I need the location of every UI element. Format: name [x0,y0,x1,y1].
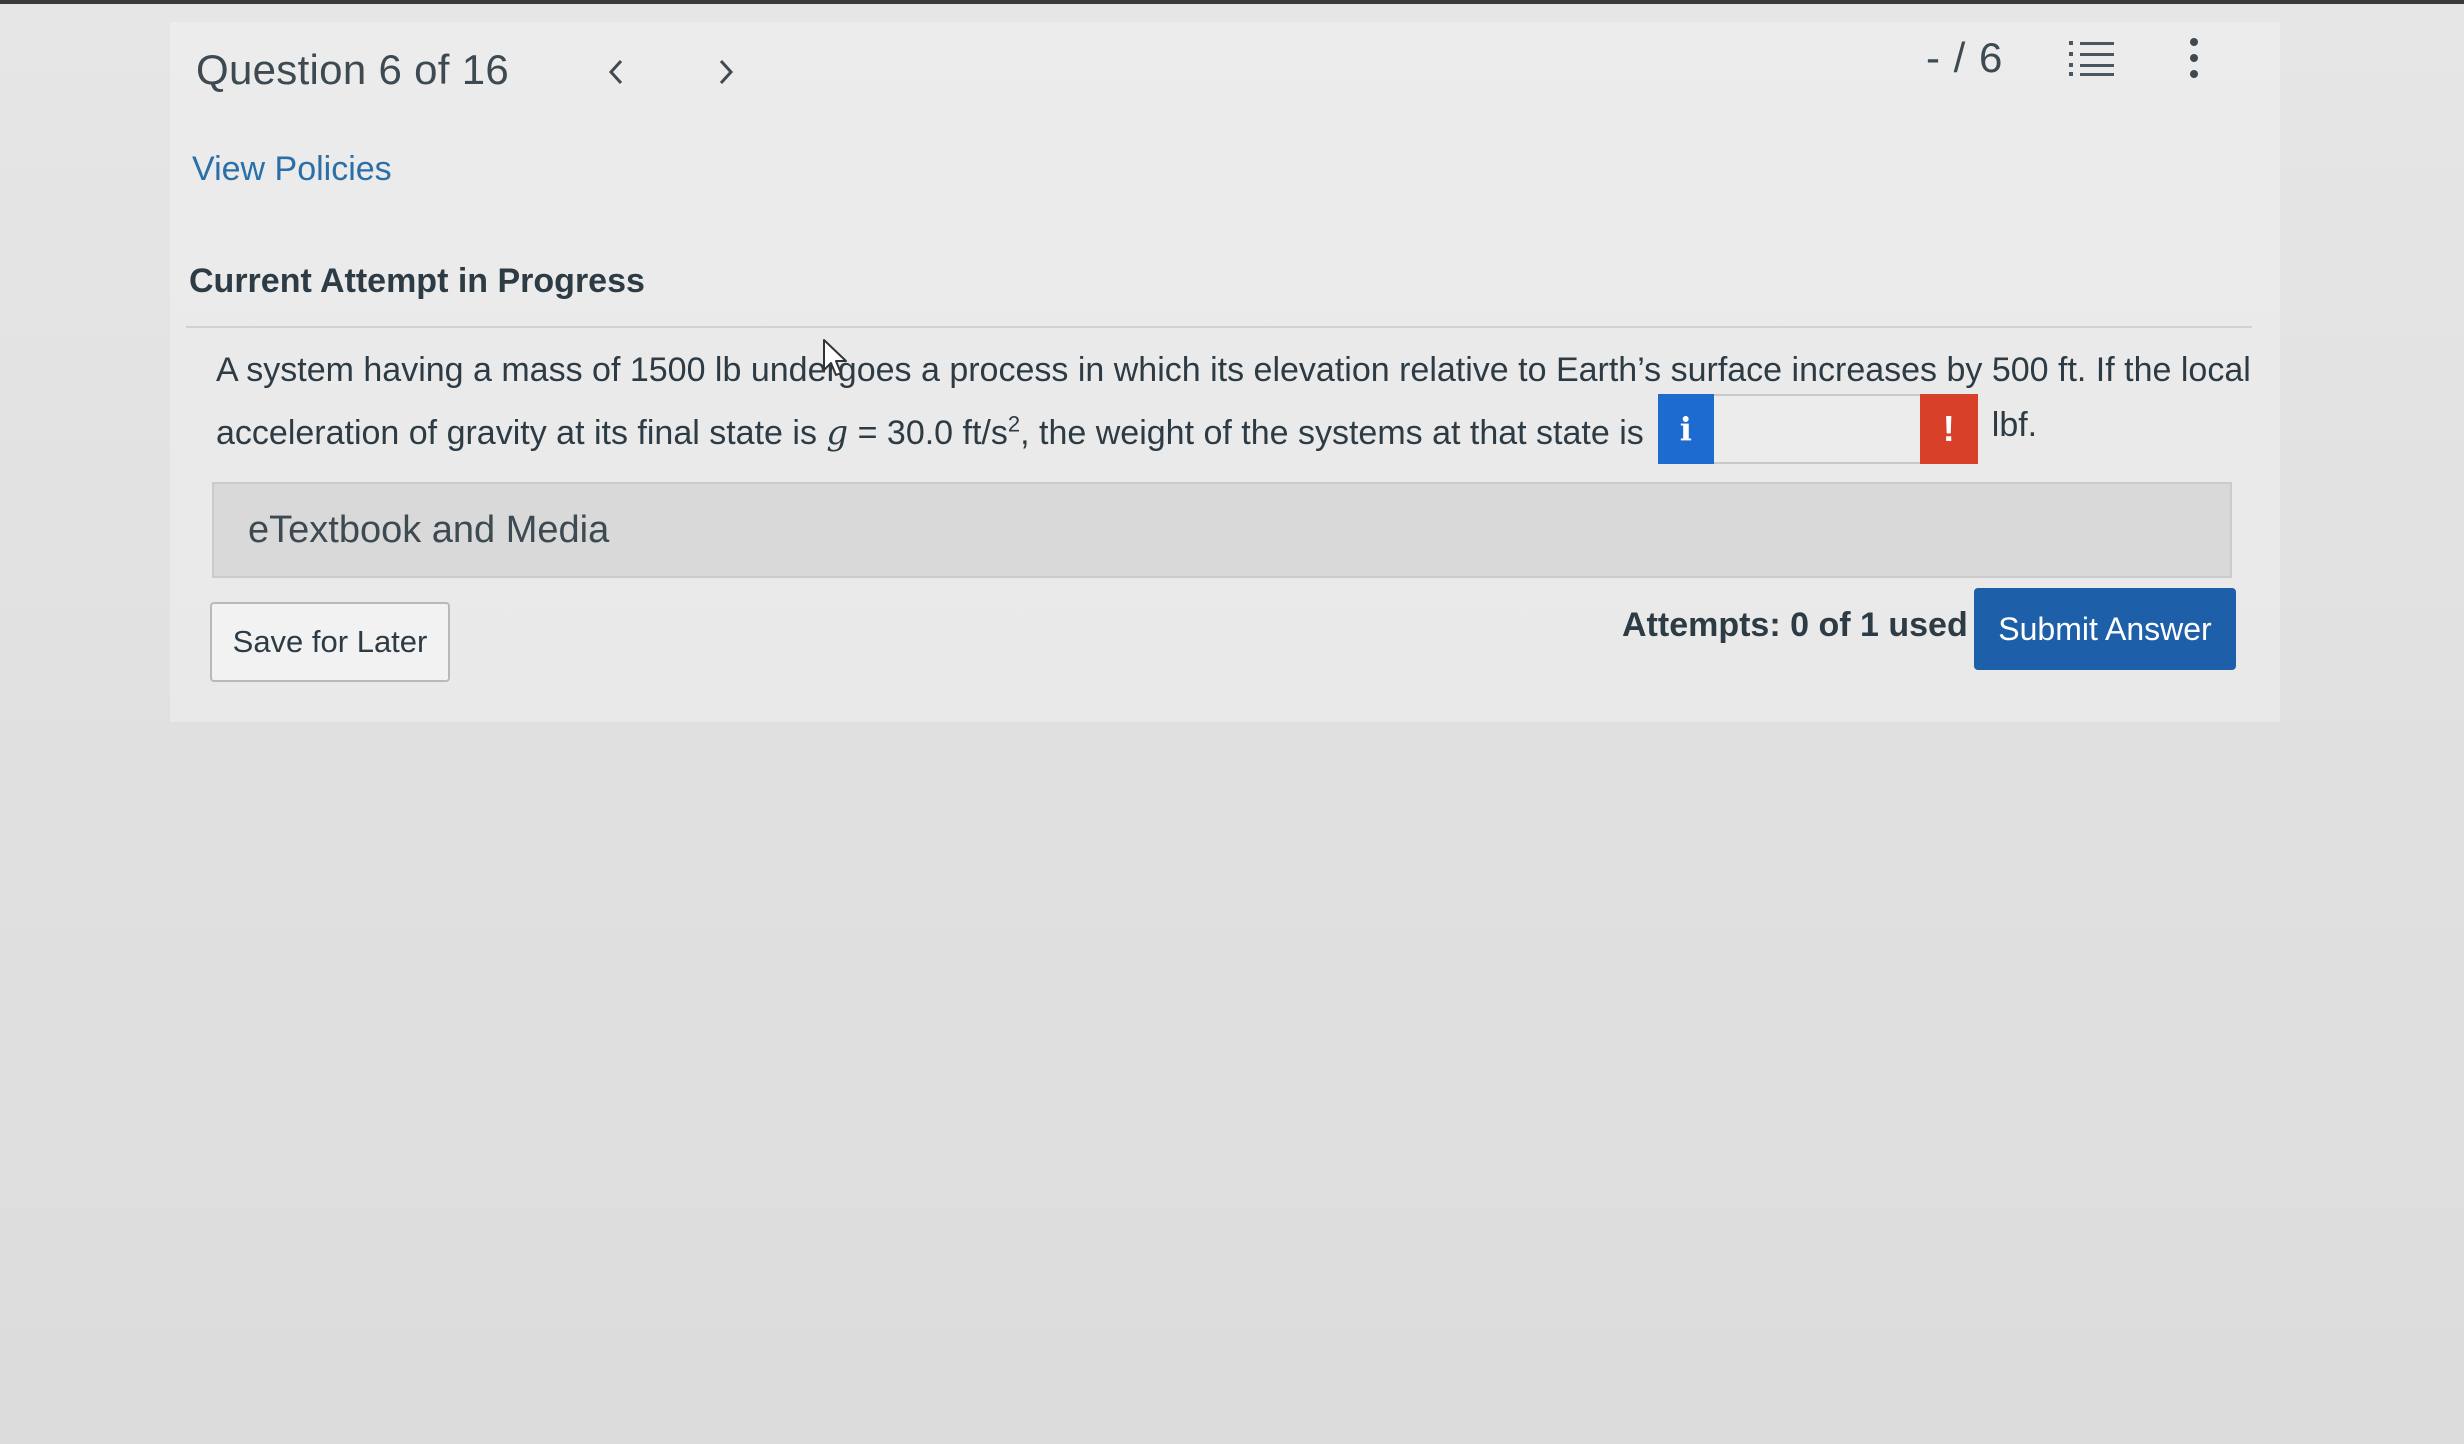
top-edge [0,0,2464,4]
question-line-2: acceleration of gravity at its final sta… [216,394,2246,470]
answer-unit: lbf. [1991,405,2038,444]
etextbook-label: eTextbook and Media [248,508,610,551]
chevron-right-icon [719,59,734,85]
info-icon[interactable]: i [1657,394,1714,464]
gravity-variable: g [826,412,849,453]
question-line-2-prefix: acceleration of gravity at its final sta… [216,413,827,452]
equals-sign: = [848,413,887,452]
submit-answer-button[interactable]: Submit Answer [1974,588,2236,670]
question-line-1: A system having a mass of 1500 lb underg… [216,351,2251,389]
question-line-2-suffix: , the weight of the systems at that stat… [1020,413,1644,452]
kebab-menu-icon[interactable] [2182,36,2206,80]
next-question-button[interactable] [706,52,746,92]
exclamation-icon[interactable]: ! [1919,394,1978,464]
save-for-later-button[interactable]: Save for Later [210,602,450,682]
etextbook-media-panel[interactable]: eTextbook and Media [212,482,2232,578]
gravity-exponent: 2 [1007,411,1021,437]
score-display: - / 6 [1926,34,2004,81]
answer-input[interactable] [1713,394,1920,464]
previous-question-button[interactable] [596,52,636,92]
attempt-heading: Current Attempt in Progress [189,262,645,300]
attempts-counter: Attempts: 0 of 1 used [1622,606,1968,644]
gravity-value: 30.0 ft/s [886,413,1008,452]
question-text: A system having a mass of 1500 lb underg… [216,340,2251,470]
divider [186,326,2252,328]
answer-group: i! [1657,394,1978,464]
mouse-pointer-icon [823,339,847,376]
chevron-left-icon [608,59,623,85]
question-counter: Question 6 of 16 [196,46,510,93]
view-policies-link[interactable]: View Policies [192,150,392,189]
numbered-list-icon[interactable] [2068,38,2116,78]
